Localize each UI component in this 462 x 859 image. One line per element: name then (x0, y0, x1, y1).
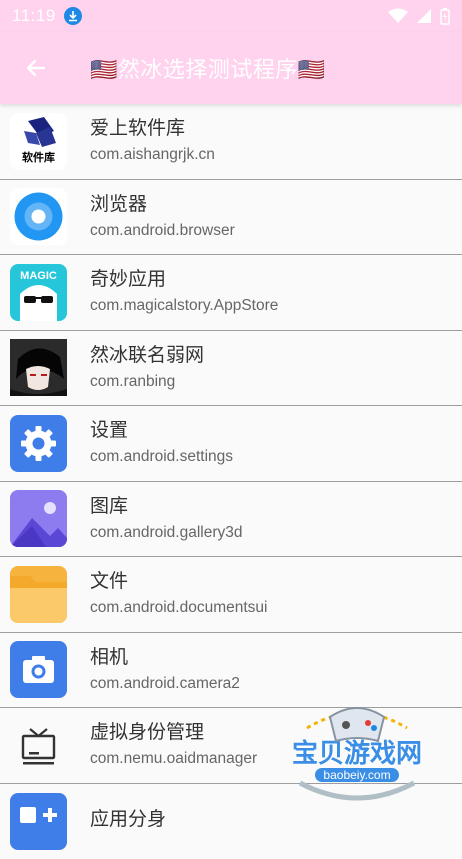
icon-label: 软件库 (10, 149, 67, 165)
app-package: com.android.settings (90, 446, 233, 468)
app-bar: 🇺🇸然冰选择测试程序🇺🇸 (0, 32, 462, 104)
battery-icon (440, 8, 450, 25)
download-icon (64, 7, 82, 25)
wifi-icon (388, 8, 408, 24)
app-name: 文件 (90, 569, 268, 593)
app-package: com.aishangrjk.cn (90, 144, 215, 166)
icon-label: MAGIC (10, 270, 67, 282)
status-bar: 11:19 (0, 0, 462, 32)
app-name: 相机 (90, 645, 240, 669)
magic-app-icon: MAGIC (10, 264, 67, 321)
app-list-item[interactable]: 图库 com.android.gallery3d (0, 482, 462, 558)
status-time: 11:19 (12, 6, 56, 26)
app-name: 设置 (90, 418, 233, 442)
camera-icon (10, 641, 67, 698)
tv-icon (10, 717, 67, 774)
app-list-item[interactable]: MAGIC 奇妙应用 com.magicalstory.AppStore (0, 255, 462, 331)
app-list-item[interactable]: 文件 com.android.documentsui (0, 557, 462, 633)
app-package: com.magicalstory.AppStore (90, 295, 278, 317)
app-clone-icon (10, 793, 67, 850)
app-package: com.android.browser (90, 220, 235, 242)
app-list-item[interactable]: 浏览器 com.android.browser (0, 180, 462, 256)
app-list-item[interactable]: 软件库 爱上软件库 com.aishangrjk.cn (0, 104, 462, 180)
app-list-item[interactable]: 相机 com.android.camera2 (0, 633, 462, 709)
app-list-item[interactable]: 设置 com.android.settings (0, 406, 462, 482)
watermark: 宝贝游戏网 baobeiy.com (282, 703, 432, 803)
app-package: com.nemu.oaidmanager (90, 748, 257, 770)
app-package: com.android.documentsui (90, 597, 268, 619)
app-list-item[interactable]: 然冰联名弱网 com.ranbing (0, 331, 462, 407)
back-arrow-icon[interactable] (22, 54, 50, 82)
app-package: com.ranbing (90, 371, 204, 393)
app-name: 应用分身 (90, 807, 166, 831)
gamepad-icon (282, 703, 432, 803)
signal-icon (416, 8, 432, 24)
app-name: 奇妙应用 (90, 267, 278, 291)
app-package: com.android.camera2 (90, 673, 240, 695)
app-name: 虚拟身份管理 (90, 720, 257, 744)
app-package: com.android.gallery3d (90, 522, 243, 544)
app-name: 然冰联名弱网 (90, 343, 204, 367)
app-name: 浏览器 (90, 192, 235, 216)
browser-icon (10, 188, 67, 245)
gallery-icon (10, 490, 67, 547)
page-title: 🇺🇸然冰选择测试程序🇺🇸 (90, 52, 326, 84)
aishang-logo-icon: 软件库 (10, 113, 67, 170)
folder-icon (10, 566, 67, 623)
app-name: 爱上软件库 (90, 116, 215, 140)
app-name: 图库 (90, 494, 243, 518)
settings-gear-icon (10, 415, 67, 472)
anime-avatar-icon (10, 339, 67, 396)
